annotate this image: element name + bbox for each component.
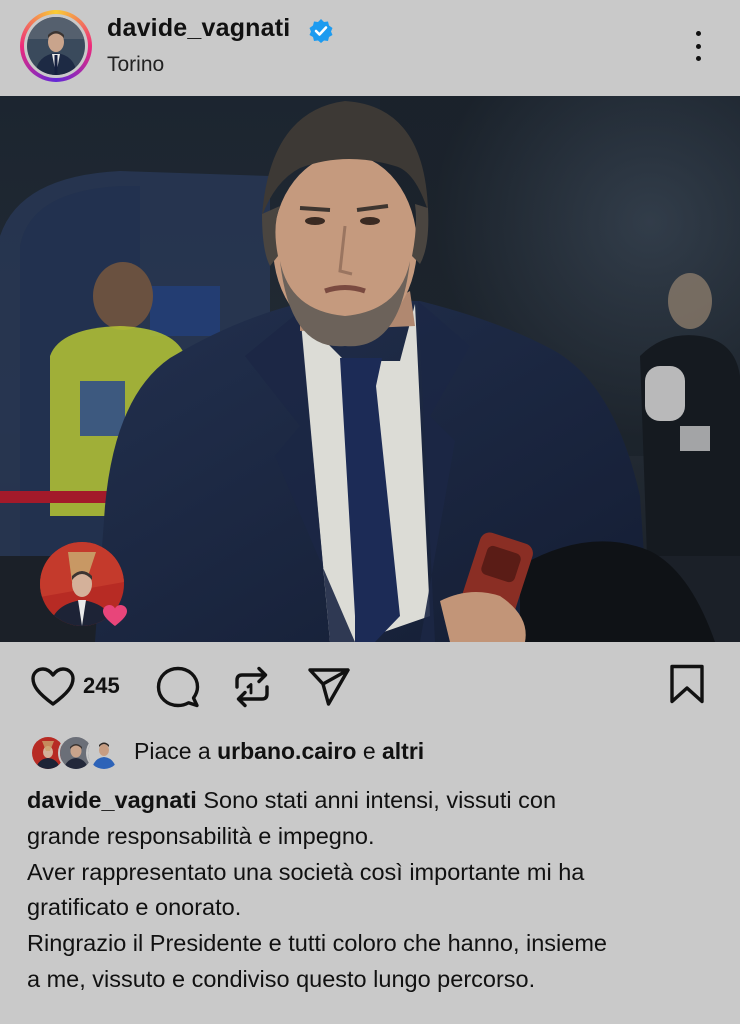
more-options-icon[interactable] [684, 26, 712, 66]
heart-reaction-icon [103, 605, 127, 626]
post-caption: davide_vagnati Sono stati anni intensi, … [27, 783, 717, 998]
username[interactable]: davide_vagnati [107, 14, 290, 43]
liker-username[interactable]: urbano.cairo [217, 738, 356, 764]
profile-avatar[interactable] [20, 10, 92, 82]
share-icon[interactable] [306, 666, 352, 708]
liker-avatar[interactable] [86, 735, 122, 771]
avatar-photo [27, 17, 85, 75]
bookmark-icon[interactable] [668, 663, 706, 705]
location-label[interactable]: Torino [107, 53, 164, 77]
caption-username[interactable]: davide_vagnati [27, 787, 197, 813]
caption-line: Sono stati anni intensi, vissuti con [203, 787, 557, 813]
verified-badge-icon [309, 19, 333, 43]
likes-others-link[interactable]: altri [382, 738, 424, 764]
heart-icon[interactable] [30, 666, 76, 708]
caption-line: gratificato e onorato. [27, 894, 242, 921]
likes-summary[interactable]: Piace a urbano.cairo e altri [134, 738, 424, 765]
like-count[interactable]: 245 [83, 673, 120, 699]
caption-line: Ringrazio il Presidente e tutti coloro c… [27, 930, 607, 957]
caption-line: Aver rappresentato una società così impo… [27, 858, 585, 885]
caption-line: a me, vissuto e condiviso questo lungo p… [27, 965, 536, 992]
caption-line: grande responsabilità e impegno. [27, 822, 375, 849]
repost-icon[interactable] [232, 665, 272, 709]
post-header: davide_vagnati Torino [0, 0, 740, 96]
instagram-post: davide_vagnati Torino 245 Piace a urbano… [0, 0, 740, 1024]
comment-icon[interactable] [155, 665, 201, 709]
